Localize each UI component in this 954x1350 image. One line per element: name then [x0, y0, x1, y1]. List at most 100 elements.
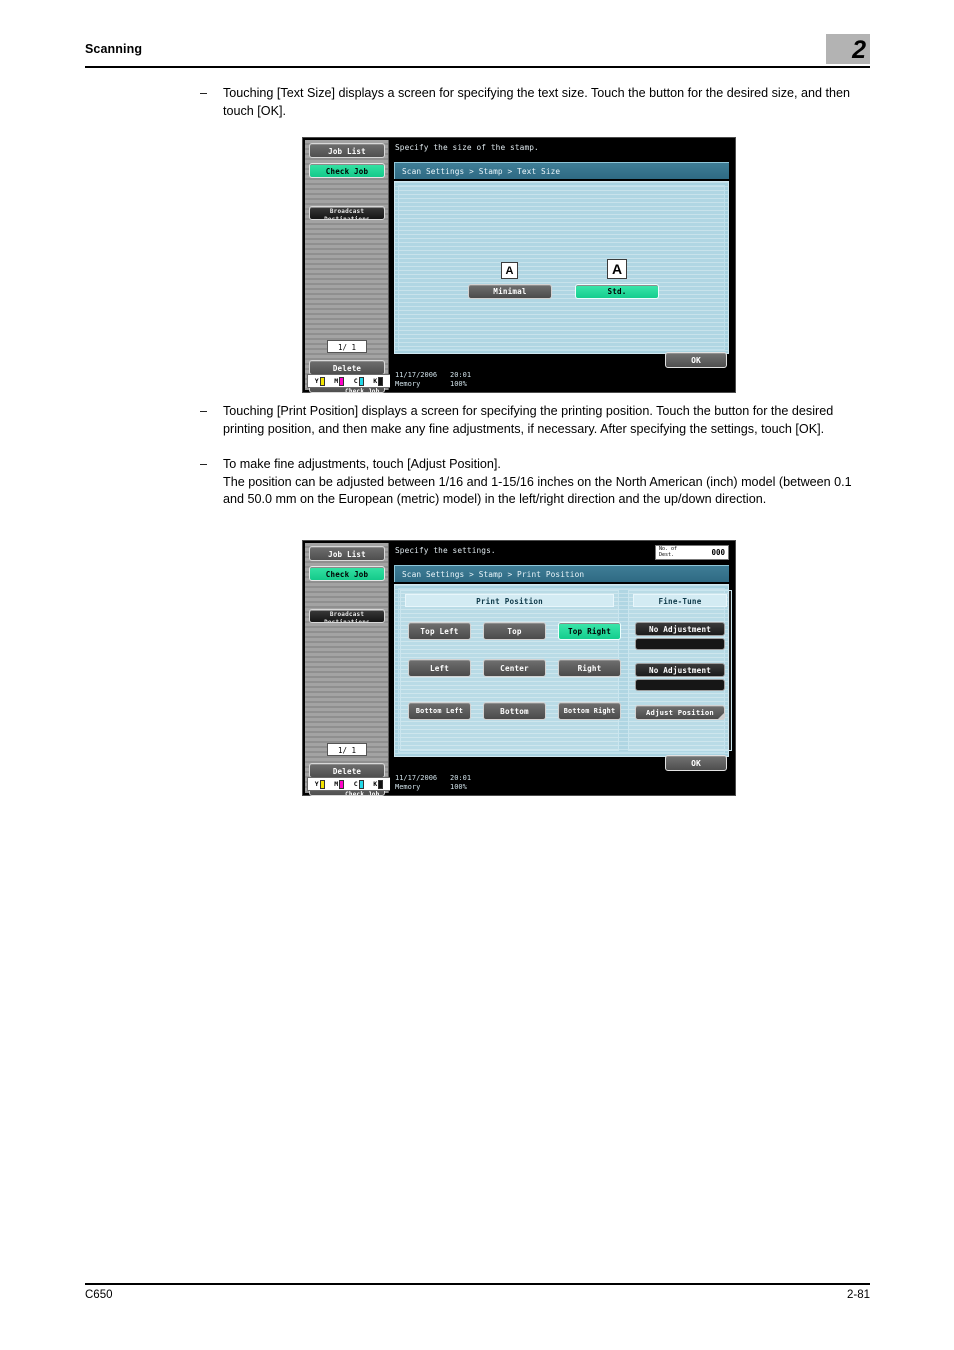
toner-letter-y: Y: [314, 780, 319, 788]
job-page-counter: 1/ 1: [327, 340, 367, 353]
destination-count-label-line2: Dest.: [659, 551, 675, 558]
bullet-item-print-position: – Touching [Print Position] displays a s…: [200, 403, 860, 438]
toner-level-indicator: Y M C K: [307, 777, 391, 791]
lcd-status-bar: 11/17/2006 20:01 Memory 100%: [390, 773, 733, 793]
toner-cell-y: Y: [314, 779, 325, 789]
settings-content-area: A Minimal A Std.: [394, 181, 729, 354]
bullet-dash: –: [200, 457, 208, 471]
destination-count-label: No. of Dest.: [659, 547, 677, 557]
bullet-text: Touching [Print Position] displays a scr…: [223, 404, 834, 436]
screen-message: Specify the size of the stamp.: [395, 143, 539, 152]
position-button-center[interactable]: Center: [483, 659, 546, 677]
page-footer: C650 2-81: [85, 1283, 870, 1309]
bullet-item-text-size: – Touching [Text Size] displays a screen…: [200, 85, 860, 120]
lcd-status-bar: 11/17/2006 20:01 Memory 100%: [390, 370, 733, 390]
toner-cell-m: M: [334, 779, 345, 789]
bullet-dash: –: [200, 404, 208, 418]
fine-tune-no-adjustment-horizontal[interactable]: No Adjustment: [635, 663, 725, 677]
position-button-left[interactable]: Left: [408, 659, 471, 677]
toner-bar-y: [319, 376, 325, 386]
toner-bar-k: [378, 376, 384, 386]
toner-cell-m: M: [334, 376, 345, 386]
status-time: 20:01: [450, 774, 472, 782]
text-size-preview-minimal-icon: A: [501, 262, 518, 279]
lcd-panel-print-position: Job List Check Job Broadcast Destination…: [302, 540, 736, 796]
adjust-position-label: Adjust Position: [646, 708, 714, 717]
position-button-top-right[interactable]: Top Right: [558, 622, 621, 640]
status-memory-value: 100%: [450, 783, 467, 791]
page-header: Scanning 2: [85, 34, 870, 68]
toner-letter-m: M: [334, 377, 339, 385]
toner-letter-k: K: [373, 377, 378, 385]
toner-letter-k: K: [373, 780, 378, 788]
settings-content-inner: [398, 185, 725, 350]
page-title: Scanning: [85, 42, 143, 56]
lcd-left-rail: Job List Check Job Broadcast Destination…: [305, 543, 391, 796]
toner-cell-y: Y: [314, 376, 325, 386]
chapter-number-badge: 2: [826, 34, 870, 64]
broadcast-destinations-button[interactable]: Broadcast Destinations: [309, 206, 385, 220]
position-button-right[interactable]: Right: [558, 659, 621, 677]
lcd-panel-text-size: Job List Check Job Broadcast Destination…: [302, 137, 736, 393]
position-button-top[interactable]: Top: [483, 622, 546, 640]
breadcrumb: Scan Settings > Stamp > Print Position: [394, 565, 729, 582]
delete-button[interactable]: Delete: [309, 360, 385, 375]
toner-letter-y: Y: [314, 377, 319, 385]
footer-page-number: 2-81: [846, 1289, 870, 1301]
status-time: 20:01: [450, 371, 472, 379]
ok-button[interactable]: OK: [665, 755, 727, 771]
job-list-button[interactable]: Job List: [309, 143, 385, 158]
ok-button[interactable]: OK: [665, 352, 727, 368]
position-button-bottom-right[interactable]: Bottom Right: [558, 702, 621, 720]
job-list-button[interactable]: Job List: [309, 546, 385, 561]
toner-bar-m: [339, 376, 345, 386]
bullet-dash: –: [200, 86, 208, 100]
status-memory-value: 100%: [450, 380, 467, 388]
position-button-bottom-left[interactable]: Bottom Left: [408, 702, 471, 720]
fine-tune-value-horizontal[interactable]: [635, 679, 725, 691]
settings-content-area: Print Position Top Left Top Top Right Le…: [394, 584, 732, 757]
lcd-screen-area: Specify the size of the stamp. Scan Sett…: [390, 140, 733, 390]
lcd-left-rail: Job List Check Job Broadcast Destination…: [305, 140, 391, 393]
toner-bar-y: [319, 779, 325, 789]
text-size-preview-std-icon: A: [607, 259, 627, 279]
bullet-text: Touching [Text Size] displays a screen f…: [223, 86, 851, 118]
position-button-top-left[interactable]: Top Left: [408, 622, 471, 640]
header-rule: [85, 66, 870, 68]
fine-tune-value-vertical[interactable]: [635, 638, 725, 650]
check-job-button[interactable]: Check Job: [309, 566, 385, 581]
position-button-bottom[interactable]: Bottom: [483, 702, 546, 720]
broadcast-destinations-button[interactable]: Broadcast Destinations: [309, 609, 385, 623]
status-date: 11/17/2006: [395, 371, 438, 379]
footer-rule: [85, 1283, 870, 1285]
toner-bar-k: [378, 779, 384, 789]
toner-bar-c: [358, 779, 364, 789]
lcd-screen-area: Specify the settings. No. of Dest. 000 S…: [390, 543, 733, 793]
footer-model: C650: [85, 1289, 113, 1301]
toner-cell-c: C: [353, 376, 364, 386]
check-job-settings-label: Check Job Settings: [345, 387, 380, 393]
check-job-button[interactable]: Check Job: [309, 163, 385, 178]
corner-fold-icon: [718, 713, 724, 719]
toner-bar-m: [339, 779, 345, 789]
job-page-counter: 1/ 1: [327, 743, 367, 756]
print-position-group-header: Print Position: [405, 594, 614, 607]
toner-cell-c: C: [353, 779, 364, 789]
check-job-settings-label: Check Job Settings: [345, 790, 380, 796]
toner-letter-c: C: [353, 780, 358, 788]
destination-count-badge: No. of Dest. 000: [655, 545, 729, 560]
status-memory-label: Memory: [395, 783, 421, 791]
toner-letter-c: C: [353, 377, 358, 385]
toner-cell-k: K: [373, 779, 384, 789]
toner-letter-m: M: [334, 780, 339, 788]
text-size-button-minimal[interactable]: Minimal: [468, 284, 552, 299]
adjust-position-button[interactable]: Adjust Position: [635, 705, 725, 720]
bullet-item-adjust-position: – To make fine adjustments, touch [Adjus…: [200, 456, 860, 509]
breadcrumb: Scan Settings > Stamp > Text Size: [394, 162, 729, 179]
status-memory-label: Memory: [395, 380, 421, 388]
fine-tune-no-adjustment-vertical[interactable]: No Adjustment: [635, 622, 725, 636]
text-size-button-std[interactable]: Std.: [575, 284, 659, 299]
fine-tune-group-header: Fine-Tune: [633, 594, 727, 607]
delete-button[interactable]: Delete: [309, 763, 385, 778]
bullet-continuation-text: The position can be adjusted between 1/1…: [223, 474, 852, 507]
